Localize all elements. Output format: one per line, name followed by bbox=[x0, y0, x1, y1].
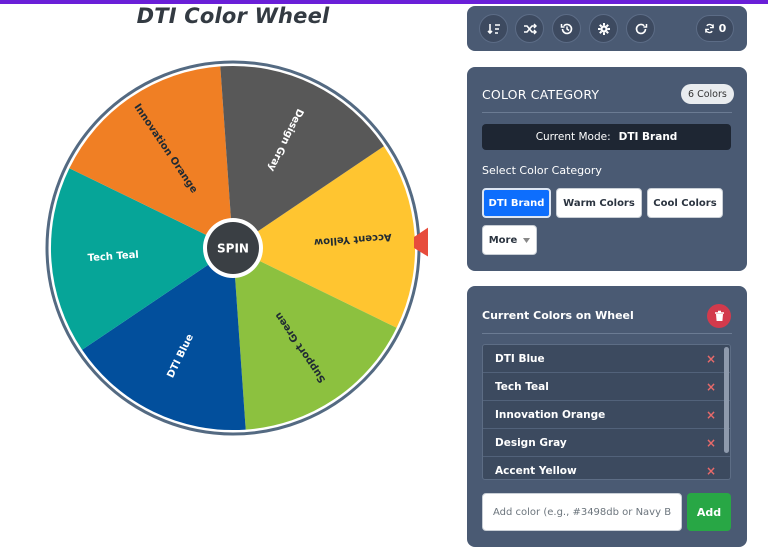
add-color-button[interactable]: Add bbox=[687, 493, 731, 531]
color-name: Accent Yellow bbox=[495, 464, 577, 477]
current-colors-heading: Current Colors on Wheel bbox=[482, 309, 634, 322]
shuffle-button[interactable] bbox=[515, 14, 544, 43]
toolbar-panel: 0 bbox=[467, 6, 747, 51]
color-name: DTI Blue bbox=[495, 352, 545, 365]
divider bbox=[482, 333, 732, 334]
color-name: Tech Teal bbox=[495, 380, 549, 393]
remove-color-button[interactable]: × bbox=[706, 464, 716, 478]
color-category-panel: COLOR CATEGORY 6 Colors Current Mode: DT… bbox=[467, 67, 747, 271]
mode-label: Current Mode: bbox=[535, 131, 611, 143]
list-scrollbar[interactable] bbox=[724, 347, 729, 453]
mode-value: DTI Brand bbox=[618, 131, 678, 143]
category-chip-warm-colors[interactable]: Warm Colors bbox=[556, 188, 642, 218]
spin-count: 0 bbox=[718, 22, 727, 35]
list-item: Accent Yellow × bbox=[483, 457, 730, 479]
color-name: Innovation Orange bbox=[495, 408, 606, 421]
remove-color-button[interactable]: × bbox=[706, 408, 716, 422]
color-count-badge: 6 Colors bbox=[681, 84, 734, 104]
current-colors-panel: Current Colors on Wheel DTI Blue × Tech … bbox=[467, 286, 747, 547]
remove-color-button[interactable]: × bbox=[706, 436, 716, 450]
history-button[interactable] bbox=[552, 14, 581, 43]
more-categories-dropdown[interactable]: More bbox=[482, 225, 537, 255]
list-item: Design Gray × bbox=[483, 429, 730, 457]
more-label: More bbox=[488, 234, 518, 246]
trash-icon bbox=[714, 310, 724, 321]
select-category-label: Select Color Category bbox=[482, 164, 602, 177]
list-item: DTI Blue × bbox=[483, 345, 730, 373]
color-name: Design Gray bbox=[495, 436, 567, 449]
add-color-input[interactable] bbox=[482, 493, 682, 531]
current-mode-box: Current Mode: DTI Brand bbox=[482, 124, 731, 150]
sort-button[interactable] bbox=[479, 14, 508, 43]
history-icon bbox=[560, 23, 572, 34]
spin-label: SPIN bbox=[217, 242, 249, 256]
clear-all-button[interactable] bbox=[707, 304, 731, 328]
category-chip-dti-brand[interactable]: DTI Brand bbox=[482, 188, 551, 218]
divider bbox=[482, 112, 732, 113]
shuffle-icon bbox=[523, 23, 537, 34]
list-item: Tech Teal × bbox=[483, 373, 730, 401]
remove-color-button[interactable]: × bbox=[706, 380, 716, 394]
reset-icon bbox=[635, 23, 647, 34]
spin-counter[interactable]: 0 bbox=[696, 15, 734, 42]
category-heading: COLOR CATEGORY bbox=[482, 87, 600, 102]
remove-color-button[interactable]: × bbox=[706, 352, 716, 366]
page-title: DTI Color Wheel bbox=[136, 4, 330, 28]
reset-button[interactable] bbox=[626, 14, 655, 43]
category-chip-cool-colors[interactable]: Cool Colors bbox=[647, 188, 723, 218]
color-wheel[interactable]: Accent YellowSupport GreenDTI BlueTech T… bbox=[38, 53, 428, 443]
sync-icon bbox=[704, 23, 714, 34]
sort-icon bbox=[486, 23, 500, 34]
list-item: Innovation Orange × bbox=[483, 401, 730, 429]
caret-down-icon bbox=[523, 237, 531, 243]
settings-button[interactable] bbox=[589, 14, 618, 43]
colors-list[interactable]: DTI Blue × Tech Teal × Innovation Orange… bbox=[482, 344, 731, 480]
gear-icon bbox=[597, 22, 610, 35]
